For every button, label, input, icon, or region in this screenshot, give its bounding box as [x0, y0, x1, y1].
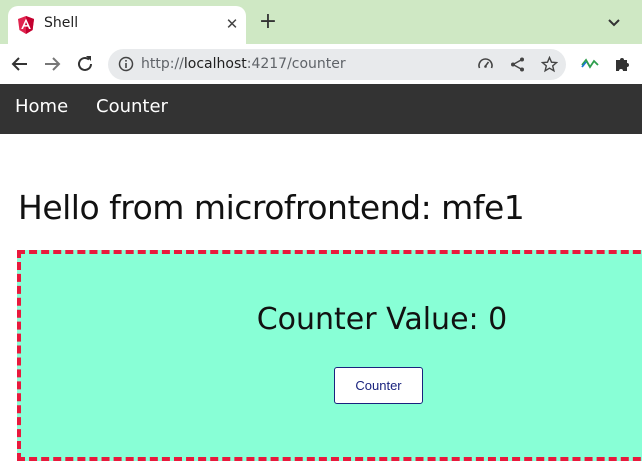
- info-icon[interactable]: [118, 56, 134, 72]
- puzzle-icon[interactable]: [612, 54, 632, 74]
- address-bar[interactable]: http://localhost:4217/counter: [108, 49, 566, 80]
- url-path: :4217/counter: [246, 56, 346, 72]
- url-host: localhost: [183, 56, 247, 72]
- nav-link-counter[interactable]: Counter: [96, 96, 168, 117]
- chevron-down-icon[interactable]: [604, 12, 624, 32]
- reload-icon[interactable]: [73, 52, 97, 76]
- new-tab-button[interactable]: +: [257, 11, 279, 33]
- tab-strip: Shell ✕ +: [0, 0, 642, 44]
- arrow-right-icon[interactable]: [40, 52, 64, 76]
- url-scheme: http://: [141, 56, 184, 72]
- tab-title: Shell: [44, 15, 79, 31]
- app-navbar: Home Counter: [0, 84, 642, 134]
- counter-value-label: Counter Value: 0: [256, 302, 508, 337]
- nav-link-home[interactable]: Home: [15, 96, 68, 117]
- speedometer-icon[interactable]: [477, 56, 494, 73]
- url-text: http://localhost:4217/counter: [141, 56, 346, 72]
- arrow-left-icon[interactable]: [8, 52, 32, 76]
- counter-button[interactable]: Counter: [334, 367, 423, 404]
- browser-toolbar: http://localhost:4217/counter: [0, 44, 642, 84]
- star-icon[interactable]: [541, 56, 558, 73]
- microfrontend-container: Counter Value: 0 Counter: [17, 250, 642, 461]
- browser-tab[interactable]: Shell ✕: [8, 6, 246, 44]
- share-icon[interactable]: [509, 56, 526, 73]
- angular-icon: [18, 16, 34, 34]
- close-tab-icon[interactable]: ✕: [222, 14, 242, 34]
- page-heading: Hello from microfrontend: mfe1: [18, 188, 525, 227]
- activity-icon[interactable]: [580, 54, 600, 74]
